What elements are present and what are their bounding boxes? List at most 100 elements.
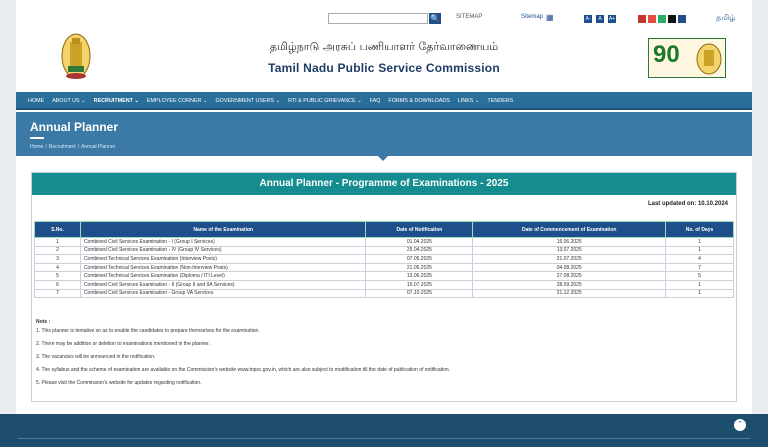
nav-item-home[interactable]: HOME: [28, 98, 44, 104]
banner-pointer: [378, 156, 388, 161]
table-row: 3 Combined Technical Services Examination…: [34, 254, 734, 264]
nav-list: HOME ABOUT US ⌄ RECRUITMENT ⌄ EMPLOYEE CORN…: [16, 92, 752, 110]
cell-no-of-days: 1: [665, 237, 734, 247]
cell-no-of-days: 1: [665, 245, 734, 256]
breadcrumb: Home / Recruitment / Annual Planner: [30, 144, 116, 150]
cell-sno: 5: [34, 271, 81, 281]
utility-bar: 🔍 SITEMAP Sitemap ▦ A- A A+ தமிழ்: [16, 10, 752, 28]
cell-notification-date: 07.10.2025: [365, 288, 474, 299]
last-updated-text: Last updated on: 10.10.2024: [647, 201, 728, 207]
cell-notification-date: 21.05.2025: [365, 262, 474, 273]
cell-notification-date: 25.04.2025: [365, 245, 474, 256]
site-header: தமிழ்நாடு அரசுப் பணியாளர் தேர்வாணையம் Ta…: [16, 30, 752, 90]
cell-no-of-days: 7: [665, 262, 734, 273]
nav-item-employee-corner[interactable]: EMPLOYEE CORNER ⌄: [147, 98, 208, 104]
nav-item-government-users[interactable]: GOVERNMENT USERS ⌄: [215, 98, 280, 104]
breadcrumb-current: Annual Planner: [81, 144, 116, 150]
page-banner: Annual Planner Home / Recruitment / Annual P…: [16, 112, 752, 156]
cell-notification-date: 07.05.2025: [365, 254, 474, 264]
anniversary-badge-logo: 90: [648, 38, 726, 78]
cell-exam-name: Combined Civil Services Examination - Gr…: [79, 288, 367, 299]
table-row: 1 Combined Civil Services Examination - I…: [34, 237, 734, 247]
cell-sno: 7: [34, 288, 81, 299]
language-switch-link[interactable]: தமிழ்: [716, 13, 736, 23]
nav-item-recruitment[interactable]: RECRUITMENT ⌄: [94, 98, 139, 104]
planner-heading: Annual Planner - Programme of Examinatio…: [32, 173, 736, 195]
note-item: 4. The syllabus and the scheme of examin…: [36, 367, 451, 373]
table-row: 2 Combined Civil Services Examination - I…: [34, 245, 734, 256]
table-row: 5 Combined Technical Services Examination…: [34, 271, 734, 281]
search-input[interactable]: [328, 13, 428, 24]
cell-no-of-days: 1: [665, 279, 734, 290]
planner-table: S.No. Name of the Examination Date of No…: [34, 221, 734, 299]
cell-exam-name: Combined Civil Services Examination - IV…: [79, 245, 367, 256]
notes-section: Note : 1. This planner is tentative so a…: [36, 319, 732, 393]
table-row: 6 Combined Civil Services Examination - I…: [34, 279, 734, 290]
nav-item-about-us[interactable]: ABOUT US ⌄: [52, 98, 85, 104]
theme-black-button[interactable]: [668, 15, 676, 23]
cell-commencement-date: 27.08.2025: [472, 271, 667, 281]
note-item: 5. Please visit the Commission's website…: [36, 380, 202, 386]
cell-exam-name: Combined Civil Services Examination - II…: [79, 279, 367, 290]
breadcrumb-recruitment-link[interactable]: Recruitment: [49, 144, 76, 150]
theme-red-button[interactable]: [638, 15, 646, 23]
nav-item-rti-public-grievance[interactable]: RTI & PUBLIC GRIEVANCE ⌄: [288, 98, 362, 104]
cell-notification-date: 01.04.2025: [365, 237, 474, 247]
cell-commencement-date: 21.12.2025: [472, 288, 667, 299]
breadcrumb-home-link[interactable]: Home: [30, 144, 43, 150]
theme-lightred-button[interactable]: [648, 15, 656, 23]
cell-commencement-date: 21.07.2025: [472, 254, 667, 264]
cell-commencement-date: 13.07.2025: [472, 245, 667, 256]
footer-divider: [18, 438, 750, 439]
cell-notification-date: 13.06.2025: [365, 271, 474, 281]
site-title-tamil: தமிழ்நாடு அரசுப் பணியாளர் தேர்வாணையம்: [269, 40, 499, 53]
col-sno: S.No.: [34, 221, 81, 238]
cell-exam-name: Combined Technical Services Examination …: [79, 254, 367, 264]
cell-sno: 1: [34, 237, 81, 247]
cell-commencement-date: 04.08.2025: [472, 262, 667, 273]
cell-no-of-days: 4: [665, 254, 734, 264]
font-normal-button[interactable]: A: [596, 15, 604, 23]
nav-item-links[interactable]: LINKS ⌄: [458, 98, 480, 104]
sitemap-icon-link[interactable]: SITEMAP: [456, 14, 482, 20]
theme-blue-button[interactable]: [678, 15, 686, 23]
theme-green-button[interactable]: [658, 15, 666, 23]
tamilnadu-emblem-logo[interactable]: [61, 32, 91, 82]
site-footer: ⌃: [0, 414, 768, 447]
cell-notification-date: 15.07.2025: [365, 279, 474, 290]
nav-item-forms-downloads[interactable]: FORMS & DOWNLOADS: [388, 98, 449, 104]
cell-sno: 2: [34, 245, 81, 256]
cell-commencement-date: 28.09.2025: [472, 279, 667, 290]
cell-no-of-days: 5: [665, 271, 734, 281]
nav-item-faq[interactable]: FAQ: [370, 98, 381, 104]
font-increase-button[interactable]: A+: [608, 15, 616, 23]
font-decrease-button[interactable]: A-: [584, 15, 592, 23]
sitemap-icon: ▦: [546, 13, 554, 22]
cell-no-of-days: 1: [665, 288, 734, 299]
note-item: 3. The vacancies will be announced in th…: [36, 354, 156, 360]
badge-number: 90: [653, 41, 680, 68]
cell-sno: 4: [34, 262, 81, 273]
main-navigation: HOME ABOUT US ⌄ RECRUITMENT ⌄ EMPLOYEE CORN…: [16, 92, 752, 110]
cell-exam-name: Combined Technical Services Examination …: [79, 271, 367, 281]
sitemap-link[interactable]: Sitemap: [521, 14, 543, 20]
cell-sno: 6: [34, 279, 81, 290]
cell-commencement-date: 15.06.2025: [472, 237, 667, 247]
emblem-seal-icon: [696, 43, 722, 75]
scroll-to-top-button[interactable]: ⌃: [734, 419, 746, 431]
cell-exam-name: Combined Technical Services Examination …: [79, 262, 367, 273]
col-notification-date: Date of Notification: [365, 221, 474, 238]
nav-item-tenders[interactable]: TENDERS: [487, 98, 513, 104]
planner-card: Annual Planner - Programme of Examinatio…: [31, 172, 737, 402]
table-row: 7 Combined Civil Services Examination - G…: [34, 288, 734, 299]
search-button[interactable]: 🔍: [429, 13, 441, 24]
col-commencement-date: Date of Commencement of Examination: [472, 221, 667, 238]
page-title: Annual Planner: [30, 120, 119, 134]
table-row: 4 Combined Technical Services Examination…: [34, 262, 734, 273]
col-exam-name: Name of the Examination: [79, 221, 367, 238]
cell-sno: 3: [34, 254, 81, 264]
notes-heading: Note :: [36, 319, 51, 325]
title-underline: [30, 137, 44, 139]
note-item: 1. This planner is tentative so as to en…: [36, 328, 260, 334]
site-title-english: Tamil Nadu Public Service Commission: [268, 61, 500, 75]
